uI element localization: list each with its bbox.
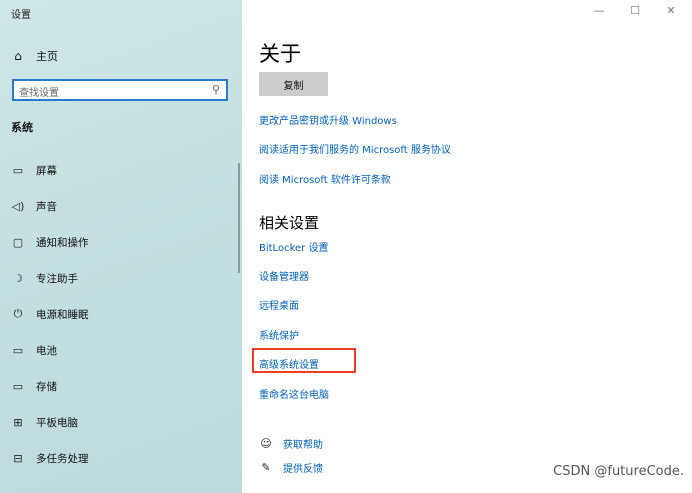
search-box[interactable]: ⚲	[12, 79, 228, 104]
sidebar-item-tablet[interactable]: ⊞ 平板电脑	[10, 412, 78, 432]
link-system-protection[interactable]: 系统保护	[259, 327, 299, 342]
search-icon[interactable]: ⚲	[212, 83, 220, 96]
power-icon: ⏻	[13, 307, 23, 320]
speaker-icon: ◁)	[11, 199, 25, 213]
feedback-item[interactable]: ✎ 提供反馈	[259, 458, 323, 476]
sidebar-item-label: 通知和操作	[36, 236, 89, 249]
highlight-box	[252, 348, 356, 373]
main-content: — ☐ ✕ 关于 复制 更改产品密钥或升级 Windows 阅读适用于我们服务的…	[242, 0, 692, 493]
sidebar-item-label: 电源和睡眠	[36, 308, 89, 321]
monitor-icon: ▭	[12, 163, 24, 177]
sidebar-item-notifications[interactable]: ▢ 通知和操作	[10, 232, 89, 252]
link-change-product-key[interactable]: 更改产品密钥或升级 Windows	[259, 112, 397, 127]
sidebar-item-label: 存储	[36, 380, 57, 393]
link-bitlocker[interactable]: BitLocker 设置	[259, 239, 328, 254]
link-license-terms[interactable]: 阅读 Microsoft 软件许可条款	[259, 171, 391, 186]
link-device-manager[interactable]: 设备管理器	[259, 268, 309, 283]
sidebar: 设置 ⌂ 主页 ⚲ 系统 ▭ 屏幕 ◁) 声音 ▢ 通知和操作 ☽ 专注助手 ⏻…	[0, 0, 242, 493]
sidebar-item-label: 电池	[36, 344, 57, 357]
sidebar-home-label: 主页	[36, 50, 58, 63]
window-title: 设置	[11, 10, 31, 21]
sidebar-item-battery[interactable]: ▭ 电池	[10, 340, 57, 360]
sidebar-item-display[interactable]: ▭ 屏幕	[10, 160, 57, 180]
moon-icon: ☽	[13, 271, 23, 285]
sidebar-scrollbar[interactable]	[238, 163, 240, 273]
sidebar-item-label: 平板电脑	[36, 416, 78, 429]
sidebar-item-label: 专注助手	[36, 272, 78, 285]
copy-button[interactable]: 复制	[259, 72, 328, 96]
sidebar-item-focus-assist[interactable]: ☽ 专注助手	[10, 268, 78, 288]
section-label: 系统	[11, 121, 33, 134]
page-title: 关于	[259, 42, 301, 66]
sidebar-item-power[interactable]: ⏻ 电源和睡眠	[10, 304, 89, 324]
related-settings-title: 相关设置	[259, 214, 320, 232]
feedback-link[interactable]: 提供反馈	[283, 460, 323, 475]
get-help-link[interactable]: 获取帮助	[283, 436, 323, 451]
close-button[interactable]: ✕	[664, 4, 678, 17]
home-icon: ⌂	[14, 49, 22, 63]
multitask-icon: ⊟	[13, 451, 23, 465]
sidebar-home[interactable]: ⌂ 主页	[10, 46, 58, 66]
sidebar-item-label: 多任务处理	[36, 452, 89, 465]
minimize-button[interactable]: —	[592, 4, 606, 17]
battery-icon: ▭	[12, 343, 24, 357]
link-rename-pc[interactable]: 重命名这台电脑	[259, 386, 329, 401]
search-input[interactable]	[14, 83, 201, 104]
tablet-icon: ⊞	[13, 415, 23, 429]
watermark: CSDN @futureCode.	[553, 464, 684, 479]
sidebar-item-sound[interactable]: ◁) 声音	[10, 196, 57, 216]
window-controls: — ☐ ✕	[592, 4, 678, 17]
link-services-agreement[interactable]: 阅读适用于我们服务的 Microsoft 服务协议	[259, 141, 451, 156]
help-chat-icon: ☺	[260, 436, 272, 450]
sidebar-item-label: 声音	[36, 200, 57, 213]
get-help-item[interactable]: ☺ 获取帮助	[259, 434, 323, 452]
maximize-button[interactable]: ☐	[628, 4, 642, 17]
sidebar-item-storage[interactable]: ▭ 存储	[10, 376, 57, 396]
storage-icon: ▭	[12, 379, 24, 393]
link-remote-desktop[interactable]: 远程桌面	[259, 297, 299, 312]
feedback-icon: ✎	[261, 460, 271, 474]
sidebar-item-label: 屏幕	[36, 164, 57, 177]
notification-icon: ▢	[12, 235, 24, 249]
sidebar-item-multitasking[interactable]: ⊟ 多任务处理	[10, 448, 89, 468]
